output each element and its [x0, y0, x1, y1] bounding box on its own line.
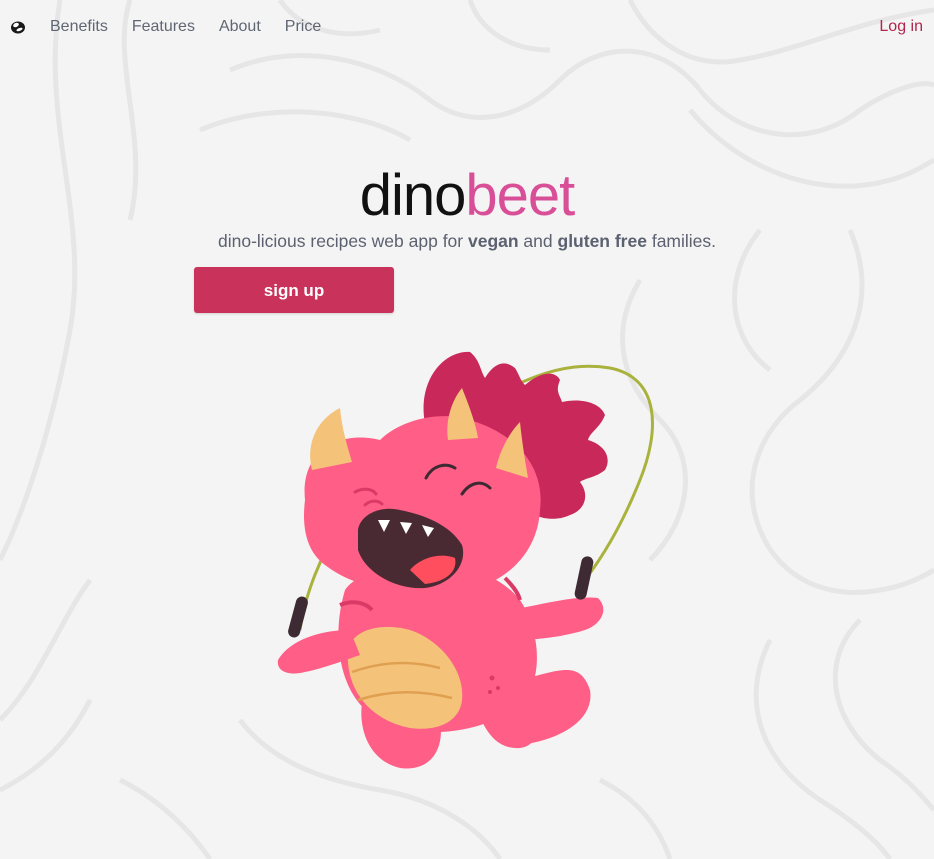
brand-title: dinobeet [0, 160, 934, 232]
tagline-text-start: dino-licious recipes web app for [217, 231, 468, 251]
top-nav: Benefits Features About Price Log in [0, 0, 934, 56]
tagline-vegan: vegan [467, 231, 519, 251]
nav-link-price[interactable]: Price [285, 17, 321, 37]
nav-link-benefits[interactable]: Benefits [50, 17, 108, 37]
signup-button[interactable]: sign up [194, 267, 394, 313]
tagline: dino-licious recipes web app for vegan a… [0, 230, 934, 252]
login-link[interactable]: Log in [879, 17, 923, 37]
egg-logo-icon[interactable] [10, 19, 26, 35]
jump-rope-dinosaur-illustration [277, 351, 654, 769]
tagline-text-mid: and [518, 231, 558, 251]
brand-title-dino: dino [359, 163, 467, 228]
nav-link-about[interactable]: About [219, 17, 261, 37]
tagline-gluten-free: gluten free [557, 231, 647, 251]
nav-link-features[interactable]: Features [132, 17, 195, 37]
tagline-text-end: families. [646, 231, 717, 251]
brand-title-beet: beet [465, 163, 575, 228]
nav-links: Benefits Features About Price [50, 17, 345, 37]
landing-page: Benefits Features About Price Log in din… [0, 0, 934, 859]
